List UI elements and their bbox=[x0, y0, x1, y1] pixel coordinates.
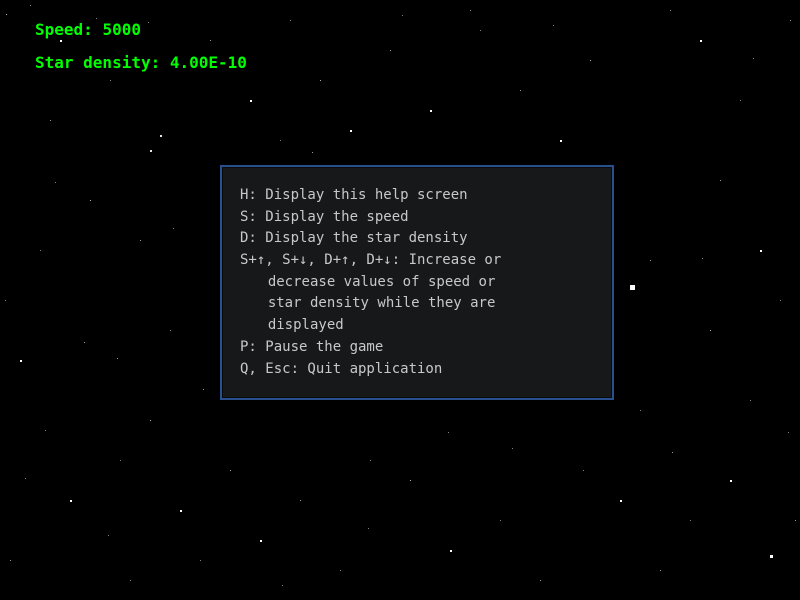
star bbox=[6, 14, 7, 15]
star bbox=[110, 80, 111, 81]
star bbox=[788, 432, 789, 433]
star bbox=[553, 25, 554, 26]
star bbox=[520, 90, 521, 91]
star bbox=[670, 10, 671, 11]
star bbox=[282, 585, 283, 586]
star bbox=[90, 200, 91, 201]
help-screen: H: Display this help screen S: Display t… bbox=[220, 165, 614, 400]
help-line-s: S: Display the speed bbox=[240, 207, 596, 229]
star bbox=[512, 448, 513, 449]
density-value: 4.00E-10 bbox=[170, 53, 247, 72]
star bbox=[300, 500, 301, 501]
star bbox=[180, 510, 182, 512]
star bbox=[280, 140, 281, 141]
star bbox=[650, 260, 651, 261]
star bbox=[370, 460, 371, 461]
star bbox=[402, 15, 403, 16]
star bbox=[390, 50, 391, 51]
speed-value: 5000 bbox=[102, 20, 141, 39]
star bbox=[40, 250, 41, 251]
star bbox=[230, 470, 231, 471]
star bbox=[720, 180, 721, 181]
hud-overlay: Speed: 5000 Star density: 4.00E-10 bbox=[35, 20, 247, 72]
star bbox=[320, 80, 321, 81]
star bbox=[96, 18, 97, 19]
star bbox=[690, 520, 691, 521]
star bbox=[702, 258, 703, 259]
star bbox=[795, 520, 796, 521]
star bbox=[170, 330, 171, 331]
star bbox=[470, 10, 471, 11]
star bbox=[560, 140, 562, 142]
star bbox=[108, 535, 109, 536]
star bbox=[150, 150, 152, 152]
star bbox=[710, 330, 711, 331]
star bbox=[25, 478, 26, 479]
help-line-p: P: Pause the game bbox=[240, 337, 596, 359]
speed-readout: Speed: 5000 bbox=[35, 20, 247, 39]
density-label: Star density: bbox=[35, 53, 160, 72]
star bbox=[45, 430, 46, 431]
star bbox=[448, 432, 449, 433]
star bbox=[20, 360, 22, 362]
star bbox=[540, 580, 541, 581]
star bbox=[730, 480, 732, 482]
help-line-d: D: Display the star density bbox=[240, 228, 596, 250]
star bbox=[10, 560, 11, 561]
star bbox=[770, 555, 773, 558]
star bbox=[430, 110, 432, 112]
star bbox=[55, 182, 56, 183]
star bbox=[750, 400, 751, 401]
star bbox=[117, 358, 118, 359]
star bbox=[368, 528, 369, 529]
star bbox=[250, 100, 252, 102]
game-viewport[interactable]: Speed: 5000 Star density: 4.00E-10 H: Di… bbox=[0, 0, 800, 600]
star bbox=[780, 300, 781, 301]
star bbox=[350, 130, 352, 132]
star bbox=[500, 520, 501, 521]
help-line-arrows-cont3: displayed bbox=[240, 315, 596, 337]
star bbox=[672, 452, 673, 453]
star bbox=[290, 20, 291, 21]
star bbox=[5, 300, 6, 301]
star bbox=[583, 470, 584, 471]
star bbox=[450, 550, 452, 552]
star bbox=[753, 58, 754, 59]
help-line-arrows-cont2: star density while they are bbox=[240, 293, 596, 315]
star bbox=[84, 342, 85, 343]
star bbox=[150, 420, 151, 421]
star bbox=[203, 389, 204, 390]
star bbox=[760, 250, 762, 252]
star bbox=[140, 240, 141, 241]
star bbox=[70, 500, 72, 502]
star bbox=[590, 60, 591, 61]
star bbox=[640, 410, 641, 411]
star bbox=[480, 30, 481, 31]
star bbox=[630, 285, 635, 290]
star bbox=[740, 100, 741, 101]
star bbox=[200, 560, 201, 561]
density-readout: Star density: 4.00E-10 bbox=[35, 53, 247, 72]
help-line-q: Q, Esc: Quit application bbox=[240, 359, 596, 381]
star bbox=[312, 152, 313, 153]
star bbox=[790, 20, 791, 21]
star bbox=[700, 40, 702, 42]
help-line-arrows-cont1: decrease values of speed or bbox=[240, 272, 596, 294]
star bbox=[130, 580, 131, 581]
help-line-h: H: Display this help screen bbox=[240, 185, 596, 207]
star bbox=[620, 500, 622, 502]
star bbox=[50, 120, 51, 121]
star bbox=[410, 480, 411, 481]
star bbox=[173, 228, 174, 229]
star bbox=[660, 570, 661, 571]
star bbox=[340, 570, 341, 571]
star bbox=[120, 460, 121, 461]
star bbox=[260, 540, 262, 542]
star bbox=[30, 5, 31, 6]
help-line-arrows: S+↑, S+↓, D+↑, D+↓: Increase or bbox=[240, 250, 596, 272]
star bbox=[160, 135, 162, 137]
speed-label: Speed: bbox=[35, 20, 93, 39]
